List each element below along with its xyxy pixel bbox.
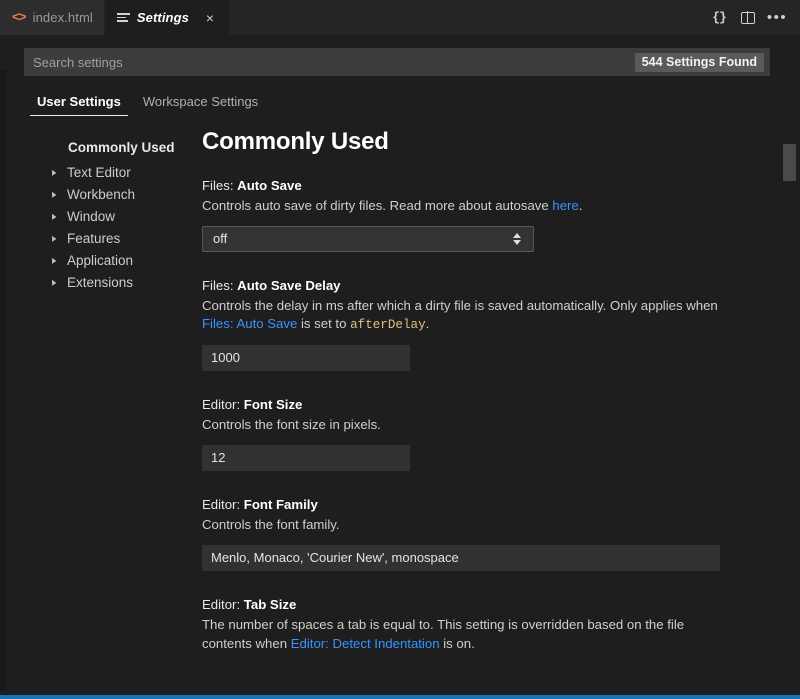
setting-name: Tab Size <box>243 596 297 612</box>
tab-settings[interactable]: Settings × <box>104 0 230 35</box>
setting-name: Auto Save Delay <box>237 277 341 293</box>
chevron-right-icon: ▸ <box>52 186 57 201</box>
setting-title: Editor: Font Family <box>202 497 766 512</box>
font-size-input[interactable] <box>202 445 410 472</box>
chevron-right-icon: ▸ <box>52 208 57 223</box>
desc-code-token: afterDelay <box>350 318 426 333</box>
tab-label: Settings <box>136 10 189 25</box>
setting-description: Controls the font size in pixels. <box>202 417 381 433</box>
setting-title: Editor: Font Size <box>202 397 766 412</box>
open-settings-json-button[interactable]: {} <box>706 5 732 31</box>
setting-editor-font-family: Editor: Font Family Controls the font fa… <box>202 497 766 571</box>
setting-name: Auto Save <box>237 178 302 193</box>
chevron-right-icon: ▸ <box>52 252 57 267</box>
select-value: off <box>213 231 228 247</box>
status-bar <box>0 695 800 699</box>
curly-braces-icon: {} <box>712 10 727 25</box>
toc-item-label: Features <box>67 230 121 246</box>
tab-user-settings[interactable]: User Settings <box>28 92 130 116</box>
setting-files-auto-save: Files: Auto Save Controls auto save of d… <box>202 178 766 252</box>
setting-editor-font-size: Editor: Font Size Controls the font size… <box>202 397 766 472</box>
settings-toc: Commonly Used ▸ Text Editor ▸ Workbench … <box>6 128 196 695</box>
setting-category: Editor: <box>202 596 244 612</box>
settings-lines-icon <box>116 13 130 22</box>
desc-text-end: . <box>425 316 430 332</box>
split-editor-button[interactable] <box>735 5 761 31</box>
more-actions-button[interactable]: ••• <box>764 5 790 31</box>
settings-count-badge: 544 Settings Found <box>634 52 764 72</box>
vscode-settings-window: <> index.html Settings × {} ••• Search s… <box>0 0 800 699</box>
tab-label: User Settings <box>37 94 121 109</box>
chevron-right-icon: ▸ <box>52 164 57 179</box>
settings-main: Commonly Used ▸ Text Editor ▸ Workbench … <box>6 116 800 695</box>
toc-item-label: Window <box>67 208 116 224</box>
toc-item-application[interactable]: ▸ Application <box>6 249 196 271</box>
toc-item-commonly-used[interactable]: Commonly Used <box>6 138 196 161</box>
chevron-updown-icon <box>513 232 521 245</box>
scope-tabs: User Settings Workspace Settings <box>6 76 800 116</box>
close-icon[interactable]: × <box>202 10 218 26</box>
ellipsis-icon: ••• <box>766 8 788 26</box>
desc-text-end: is on. <box>439 635 475 651</box>
activity-bar-edge <box>0 70 6 691</box>
desc-text: Controls auto save of dirty files. Read … <box>202 198 553 213</box>
setting-title: Editor: Tab Size <box>202 597 766 612</box>
search-row: Search settings 544 Settings Found <box>6 35 800 76</box>
setting-title: Files: Auto Save <box>202 178 766 193</box>
setting-description: Controls the font family. <box>202 517 340 533</box>
tab-bar-spacer <box>229 0 706 35</box>
setting-category: Editor: <box>202 497 244 513</box>
setting-category: Editor: <box>202 397 244 413</box>
search-input[interactable]: Search settings 544 Settings Found <box>24 48 770 76</box>
split-editor-icon <box>741 10 755 25</box>
desc-text-end: . <box>578 198 583 213</box>
toc-item-window[interactable]: ▸ Window <box>6 205 196 227</box>
settings-editor: Search settings 544 Settings Found User … <box>0 35 800 695</box>
toc-item-extensions[interactable]: ▸ Extensions <box>6 271 196 293</box>
desc-link-detect-indentation[interactable]: Editor: Detect Indentation <box>291 636 440 651</box>
setting-name: Font Family <box>243 497 318 513</box>
desc-text: Controls the delay in ms after which a d… <box>202 297 718 313</box>
tab-label: Workspace Settings <box>142 94 259 109</box>
toc-item-label: Workbench <box>67 186 136 202</box>
toc-item-features[interactable]: ▸ Features <box>6 227 196 249</box>
setting-title: Files: Auto Save Delay <box>202 278 766 293</box>
settings-list[interactable]: Commonly Used Files: Auto Save Controls … <box>196 128 800 695</box>
toc-item-text-editor[interactable]: ▸ Text Editor <box>6 161 196 183</box>
setting-description: Controls the delay in ms after which a d… <box>202 297 730 336</box>
setting-files-auto-save-delay: Files: Auto Save Delay Controls the dela… <box>202 278 766 372</box>
editor-tab-bar: <> index.html Settings × {} ••• <box>0 0 800 35</box>
tab-workspace-settings[interactable]: Workspace Settings <box>134 92 267 116</box>
toc-item-workbench[interactable]: ▸ Workbench <box>6 183 196 205</box>
font-family-input[interactable] <box>202 544 720 571</box>
auto-save-delay-input[interactable] <box>202 345 410 372</box>
setting-description: Controls auto save of dirty files. Read … <box>202 197 730 216</box>
desc-link-here[interactable]: here <box>552 198 578 213</box>
auto-save-select[interactable]: off <box>202 225 534 252</box>
page-title: Commonly Used <box>202 128 389 155</box>
toc-item-label: Application <box>67 252 134 268</box>
toc-item-label: Extensions <box>67 274 134 290</box>
chevron-right-icon: ▸ <box>52 274 57 289</box>
setting-editor-tab-size: Editor: Tab Size The number of spaces a … <box>202 597 766 653</box>
html-file-icon: <> <box>12 10 27 25</box>
tab-index-html[interactable]: <> index.html <box>0 0 105 35</box>
settings-scrollbar-thumb[interactable] <box>783 144 796 181</box>
setting-category: Files: <box>202 277 238 293</box>
setting-name: Font Size <box>243 397 303 413</box>
editor-actions: {} ••• <box>706 0 800 35</box>
tab-label: index.html <box>32 10 93 25</box>
setting-category: Files: <box>202 178 238 193</box>
desc-text-mid: is set to <box>297 316 351 332</box>
chevron-right-icon: ▸ <box>52 230 57 245</box>
setting-description: The number of spaces a tab is equal to. … <box>202 616 730 653</box>
search-placeholder: Search settings <box>33 54 123 70</box>
toc-item-label: Text Editor <box>67 164 131 180</box>
desc-link-files-auto-save[interactable]: Files: Auto Save <box>202 316 297 331</box>
